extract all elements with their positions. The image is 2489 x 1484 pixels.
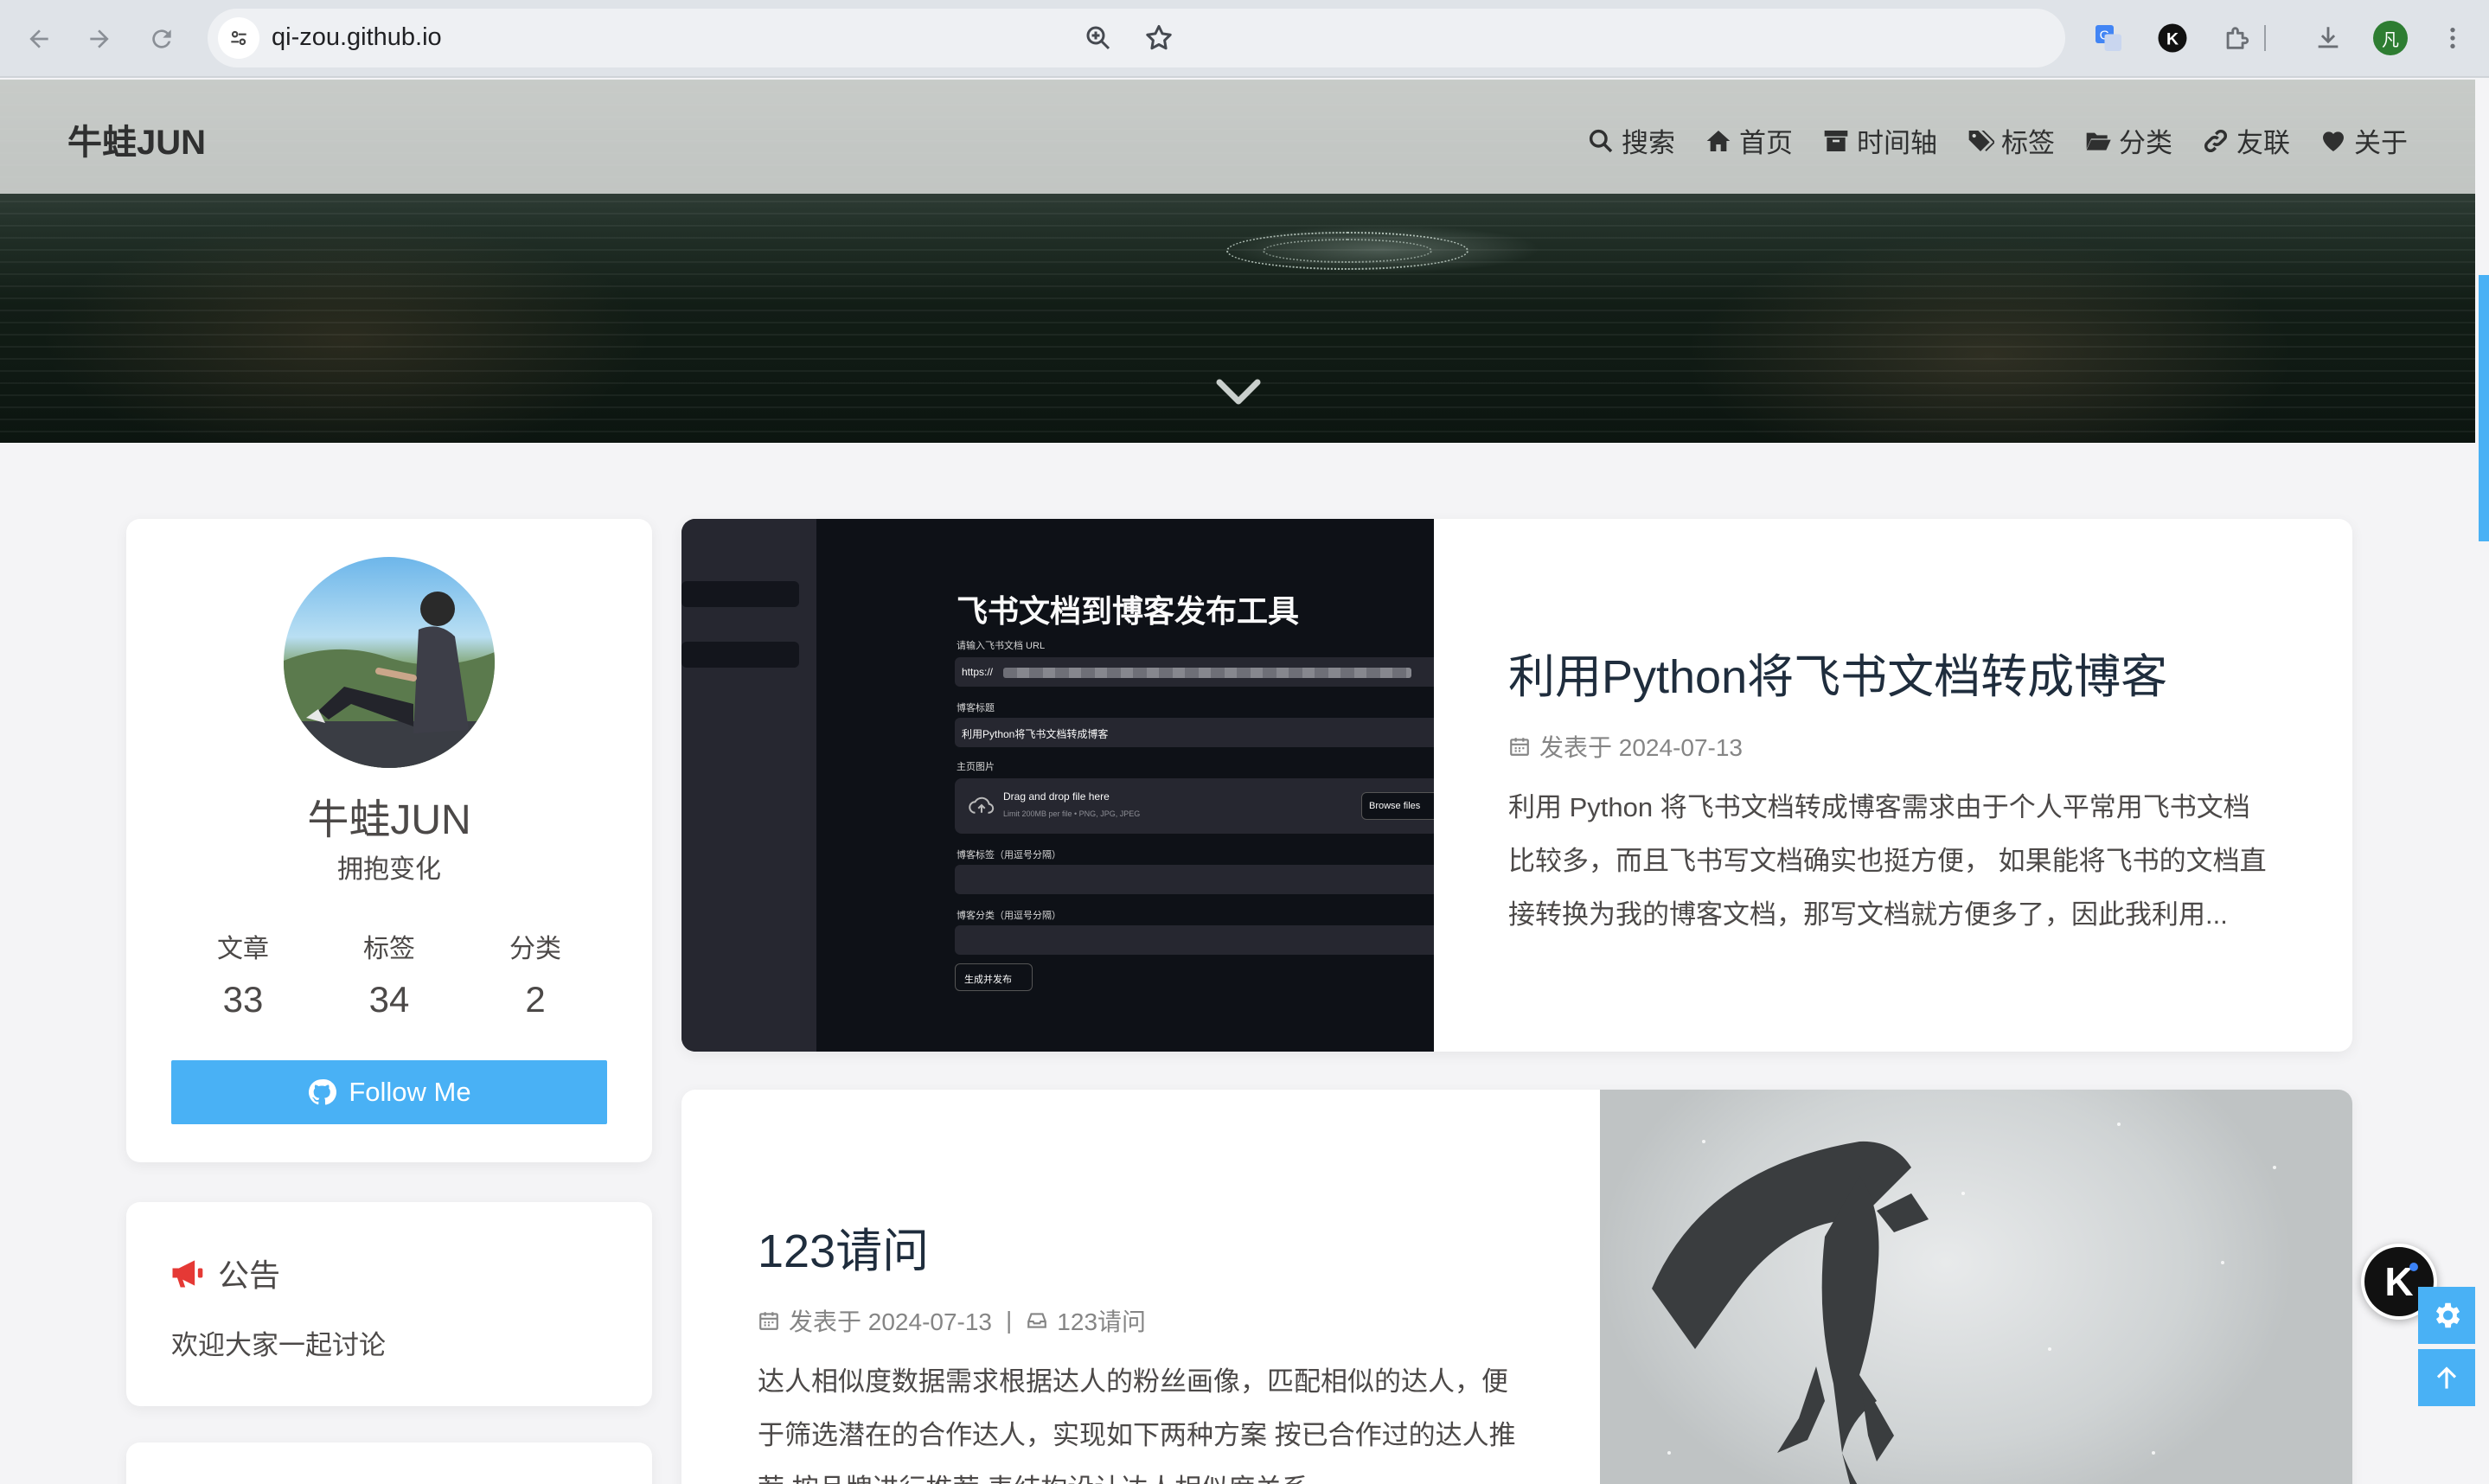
dragon-illustration [1652, 1123, 2276, 1484]
scroll-down-chevron-icon[interactable] [1214, 374, 1263, 408]
site-brand[interactable]: 牛蛙JUN [67, 114, 206, 164]
zoom-icon[interactable] [1083, 22, 1114, 54]
tags-icon [1968, 130, 1994, 151]
cover-sidebar [681, 519, 816, 1052]
forward-button[interactable] [80, 19, 119, 59]
profile-card: 牛蛙JUN 拥抱变化 文章 33 标签 34 分类 2 Follow Me [126, 519, 652, 1162]
home-icon [1706, 130, 1731, 151]
announcement-header: 公告 [168, 1251, 280, 1295]
calendar-icon [759, 1312, 778, 1330]
page-scrollbar[interactable] [2479, 275, 2489, 541]
author-name: 牛蛙JUN [307, 797, 471, 843]
address-bar[interactable]: qi-zou.github.io [208, 9, 2065, 67]
folder-open-icon [2086, 132, 2111, 150]
post-excerpt: 达人相似度数据需求根据达人的粉丝画像，匹配相似的达人，便 于筛选潜在的合作达人，… [758, 1366, 1516, 1484]
cloud-upload-icon [969, 796, 995, 814]
stat-categories[interactable]: 分类 2 [470, 927, 600, 1020]
cover-title: 飞书文档到博客发布工具 [957, 593, 1300, 629]
post-cover-image[interactable]: 飞书文档到博客发布工具 请输入飞书文档 URL https:// 博客标题 利用… [681, 519, 1434, 1052]
archive-icon [1824, 130, 1848, 151]
inbox-icon [1027, 1313, 1047, 1328]
back-to-top-button[interactable] [2418, 1349, 2475, 1406]
avatar [284, 557, 495, 768]
stat-tags[interactable]: 标签 34 [324, 927, 454, 1020]
arrow-up-icon [2436, 1366, 2457, 1389]
menu-item-about[interactable]: 关于 [2319, 121, 2408, 160]
bullhorn-icon [172, 1260, 203, 1288]
menu-item-home[interactable]: 首页 [1705, 121, 1793, 160]
post-title[interactable]: 123请问 [758, 1212, 1536, 1281]
site-info-icon[interactable] [218, 17, 259, 59]
arrow-left-icon [29, 29, 48, 48]
menu-item-links[interactable]: 友联 [2202, 121, 2290, 160]
browser-toolbar: qi-zou.github.io G K 凡 [0, 0, 2489, 78]
calendar-icon [1510, 738, 1529, 756]
post-card[interactable]: 飞书文档到博客发布工具 请输入飞书文档 URL https:// 博客标题 利用… [681, 519, 2352, 1052]
link-icon [2204, 129, 2228, 152]
cover-tags-field [955, 865, 1434, 894]
follow-me-button[interactable]: Follow Me [171, 1060, 607, 1124]
author-description: 拥抱变化 [337, 855, 441, 884]
announcement-text: 欢迎大家一起讨论 [171, 1330, 386, 1360]
extensions-puzzle-icon[interactable] [2217, 19, 2255, 57]
author-stats: 文章 33 标签 34 分类 2 [178, 927, 600, 1020]
post-meta: 发表于 2024-07-13 [1508, 729, 2287, 764]
menu-item-tags[interactable]: 标签 [1967, 121, 2055, 160]
github-icon [309, 1078, 337, 1105]
post-meta: 发表于 2024-07-13 | 123请问 [758, 1303, 1536, 1338]
main-menu: 搜索 首页 时间轴 标签 分类 友联 关于 [1587, 121, 2408, 160]
post-excerpt: 利用 Python 将飞书文档转成博客需求由于个人平常用飞书文档 比较多，而且飞… [1508, 792, 2267, 930]
search-icon [1589, 129, 1613, 152]
settings-button[interactable] [2418, 1287, 2475, 1344]
stat-articles[interactable]: 文章 33 [178, 927, 308, 1020]
cover-url-field: https:// [955, 657, 1434, 687]
site-navbar: 牛蛙JUN 搜索 首页 时间轴 标签 分类 友联 关于 [0, 80, 2475, 194]
reload-button[interactable] [142, 19, 182, 59]
back-button[interactable] [19, 19, 59, 59]
heart-icon [2323, 131, 2344, 151]
toolbar-divider [2261, 19, 2269, 57]
profile-avatar[interactable]: 凡 [2371, 19, 2409, 57]
arrow-right-icon [90, 29, 109, 48]
k-extension-icon[interactable]: K [2153, 19, 2191, 57]
reload-icon [152, 29, 171, 48]
menu-item-categories[interactable]: 分类 [2084, 121, 2172, 160]
gear-icon [2435, 1302, 2460, 1328]
cover-category-field [955, 925, 1434, 955]
url-text[interactable]: qi-zou.github.io [272, 23, 442, 52]
browser-menu-icon[interactable] [2434, 19, 2472, 57]
sidebar-next-card [126, 1442, 652, 1484]
cover-dropzone: Drag and drop file here Limit 200MB per … [955, 778, 1434, 834]
bookmark-star-icon[interactable] [1143, 22, 1174, 54]
svg-text:K: K [2166, 30, 2179, 49]
translate-extension-icon[interactable]: G [2089, 19, 2127, 57]
water-ripple-inner [1263, 239, 1432, 263]
hero-banner: 牛蛙JUN 搜索 首页 时间轴 标签 分类 友联 关于 [0, 80, 2475, 443]
post-title[interactable]: 利用Python将飞书文档转成博客 [1508, 638, 2287, 707]
post-card[interactable]: 123请问 发表于 2024-07-13 | 123请问 达人相似度数据需求根据… [681, 1090, 2352, 1484]
post-cover-image[interactable] [1600, 1090, 2352, 1484]
menu-item-timeline[interactable]: 时间轴 [1822, 121, 1937, 160]
cover-title-field: 利用Python将飞书文档转成博客 [955, 718, 1434, 747]
download-icon[interactable] [2309, 19, 2347, 57]
menu-item-search[interactable]: 搜索 [1587, 121, 1675, 160]
announcement-card: 公告 欢迎大家一起讨论 [126, 1202, 652, 1406]
post-category[interactable]: 123请问 [1057, 1303, 1146, 1338]
